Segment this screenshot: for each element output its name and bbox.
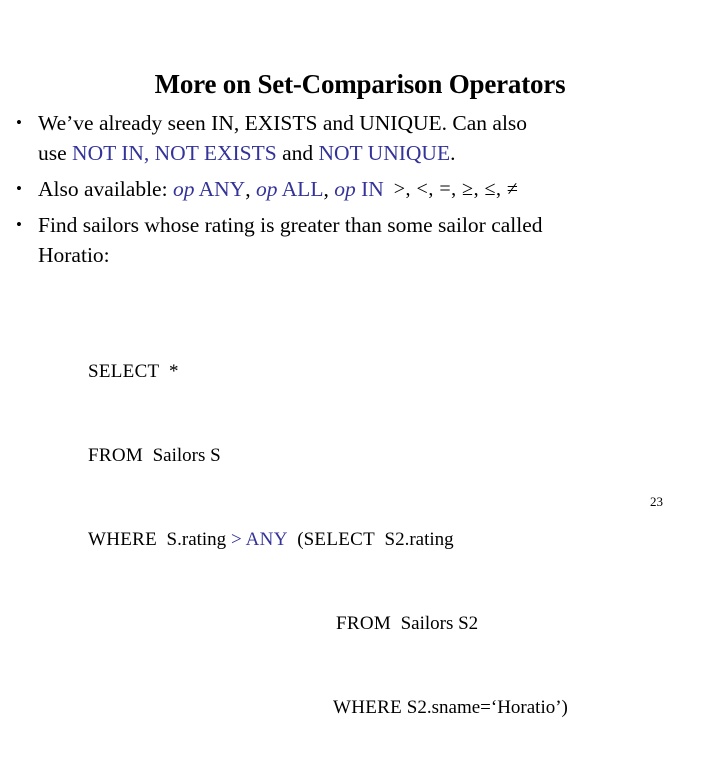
bullet-marker-icon: •	[16, 113, 22, 132]
sql-subquery-from-table: Sailors S2	[391, 613, 479, 634]
list-item: • Also available: op ANY, op ALL, op IN >…	[12, 174, 706, 204]
sql-subquery-keyword-from: FROM	[336, 613, 392, 634]
operator-placeholder-2: op	[255, 177, 278, 201]
sql-line-subquery-where: WHERE S2.sname=‘Horatio’)	[88, 694, 568, 722]
operator-all: ALL	[277, 177, 324, 201]
sql-from-table: Sailors S	[143, 445, 221, 466]
bullet-1-line-1: We’ve already seen IN, EXISTS and UNIQUE…	[38, 111, 528, 135]
keyword-not-unique: NOT UNIQUE	[318, 141, 451, 165]
sql-line-from: FROM Sailors S	[88, 442, 568, 470]
operator-placeholder-1: op	[172, 177, 195, 201]
bullet-3-line-1: Find sailors whose rating is greater tha…	[38, 213, 543, 237]
separator-1: ,	[245, 177, 256, 201]
sql-select-list: *	[159, 361, 179, 382]
operator-placeholder-3: op	[334, 177, 356, 201]
bullet-marker-icon: •	[16, 179, 22, 198]
bullet-1-conjunction: and	[276, 141, 319, 165]
bullet-3-line-2: Horatio:	[38, 243, 110, 267]
sql-keyword-select: SELECT	[88, 361, 160, 382]
sql-line-subquery-from: FROM Sailors S2	[88, 610, 568, 638]
operator-in: IN	[355, 177, 384, 201]
sql-line-select: SELECT *	[88, 358, 568, 386]
separator-2: ,	[323, 177, 335, 201]
bullet-1-period: .	[450, 141, 456, 165]
keyword-not-in-not-exists: NOT IN, NOT EXISTS	[72, 141, 277, 165]
sql-keyword-from: FROM	[88, 445, 144, 466]
bullet-2-label: Also available:	[38, 177, 173, 201]
sql-subquery-keyword-where: WHERE	[333, 697, 403, 718]
list-item: • Find sailors whose rating is greater t…	[12, 210, 706, 270]
comparison-operators: >, <, =, ≥, ≤, ≠	[393, 178, 519, 200]
bullet-list: • We’ve already seen IN, EXISTS and UNIQ…	[12, 108, 706, 270]
list-item: • We’ve already seen IN, EXISTS and UNIQ…	[12, 108, 706, 168]
page-title: More on Set-Comparison Operators	[154, 69, 566, 100]
slide: More on Set-Comparison Operators • We’ve…	[0, 0, 720, 718]
bullet-1-line-2-prefix: use	[38, 141, 73, 165]
sql-query-block: SELECT * FROM Sailors S WHERE S.rating >…	[88, 302, 568, 778]
page-number: 23	[650, 494, 663, 509]
bullet-marker-icon: •	[16, 215, 22, 234]
sql-line-where: WHERE S.rating > ANY (SELECT S2.rating	[88, 526, 568, 554]
sql-subquery-where-predicate: S2.sname=‘Horatio’)	[402, 697, 568, 718]
operator-any: ANY	[194, 177, 246, 201]
